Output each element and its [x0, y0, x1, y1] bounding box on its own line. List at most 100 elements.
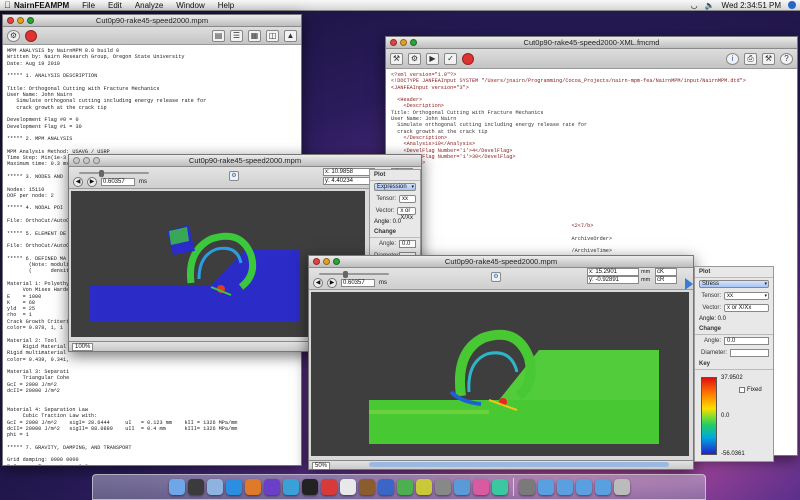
- close-button[interactable]: [73, 157, 80, 164]
- coord-y-field[interactable]: y: -0.92891: [587, 276, 639, 284]
- zoom-button[interactable]: [27, 17, 34, 24]
- time-field[interactable]: 0.60357: [101, 177, 135, 186]
- document-icon[interactable]: ▤: [212, 29, 225, 42]
- ical-icon[interactable]: [339, 479, 356, 495]
- plot-front-titlebar[interactable]: Cut0p90-rake45-speed2000.mpm: [309, 256, 693, 268]
- menu-file[interactable]: File: [82, 1, 95, 10]
- angle-input[interactable]: 0.0: [399, 240, 416, 248]
- folder-icon[interactable]: [575, 479, 592, 495]
- fixed-checkbox-row[interactable]: Fixed: [739, 387, 762, 393]
- plot-type-select[interactable]: Expression ▾: [374, 183, 416, 191]
- run-icon[interactable]: ▶: [426, 52, 439, 65]
- stop-button[interactable]: [462, 52, 474, 65]
- grid-icon[interactable]: ▦: [248, 29, 261, 42]
- xml-editor[interactable]: <?xml version="1.0"?> <!DOCTYPE JANFEAInp…: [386, 69, 797, 264]
- value-field-2[interactable]: cR: [655, 276, 677, 284]
- plot-back-titlebar[interactable]: Cut0p90-rake45-speed2000.mpm: [69, 155, 421, 167]
- minimize-button[interactable]: [17, 17, 24, 24]
- help-icon[interactable]: ?: [780, 52, 793, 65]
- minimize-button[interactable]: [323, 258, 330, 265]
- diameter-input[interactable]: [730, 349, 769, 357]
- time-slider-knob[interactable]: [99, 170, 104, 177]
- plot-type-select[interactable]: Stress ▾: [699, 280, 769, 288]
- angle-input[interactable]: 0.0: [724, 337, 769, 345]
- folder-icon[interactable]: [537, 479, 554, 495]
- plot-icon[interactable]: ▲: [284, 29, 297, 42]
- volume-icon[interactable]: 🔈: [705, 1, 715, 10]
- close-button[interactable]: [7, 17, 14, 24]
- menu-edit[interactable]: Edit: [108, 1, 122, 10]
- coord-x-field[interactable]: x: 15.2901: [587, 268, 639, 276]
- list-icon[interactable]: ☰: [230, 29, 243, 42]
- folder-icon[interactable]: [556, 479, 573, 495]
- rewind-button[interactable]: ◀: [313, 277, 323, 288]
- mail-icon[interactable]: [206, 479, 223, 495]
- rewind-button[interactable]: ◀: [73, 176, 83, 187]
- fixed-checkbox[interactable]: [739, 387, 745, 393]
- play-button[interactable]: ▶: [87, 176, 97, 187]
- zoom-button[interactable]: [93, 157, 100, 164]
- vector-select[interactable]: x or X/Xx: [397, 207, 416, 221]
- app-icon[interactable]: [453, 479, 470, 495]
- dashboard-icon[interactable]: [187, 479, 204, 495]
- itunes-icon[interactable]: [263, 479, 280, 495]
- coord-x-field[interactable]: x: 10.9858: [323, 168, 375, 176]
- zoom-button[interactable]: [333, 258, 340, 265]
- apple-menu-icon[interactable]: : [4, 0, 14, 10]
- vector-select[interactable]: x or X/Xx: [724, 304, 769, 312]
- next-arrow-icon[interactable]: [685, 278, 693, 290]
- preview-icon[interactable]: [282, 479, 299, 495]
- minimize-button[interactable]: [83, 157, 90, 164]
- menu-analyze[interactable]: Analyze: [135, 1, 163, 10]
- time-slider[interactable]: [79, 172, 149, 174]
- zoom-select[interactable]: 100%: [72, 342, 94, 351]
- clock[interactable]: Wed 2:34:51 PM: [722, 1, 781, 10]
- tools-icon[interactable]: ⚒: [762, 52, 775, 65]
- coord-y-field[interactable]: y: 4.40234: [323, 177, 375, 185]
- spotlight-icon[interactable]: [788, 1, 796, 9]
- settings-icon[interactable]: ⚙: [7, 29, 20, 42]
- stress-plot-canvas[interactable]: [311, 292, 689, 456]
- zoom-button[interactable]: [410, 39, 417, 46]
- app-icon[interactable]: [491, 479, 508, 495]
- app-icon[interactable]: [415, 479, 432, 495]
- hammer-icon[interactable]: ⚒: [390, 52, 403, 65]
- folder-icon[interactable]: [594, 479, 611, 495]
- menu-window[interactable]: Window: [176, 1, 204, 10]
- xml-window-titlebar[interactable]: Cut0p90-rake45-speed2000-XML.fmcmd: [386, 37, 797, 49]
- menu-help[interactable]: Help: [218, 1, 234, 10]
- play-button[interactable]: ▶: [327, 277, 337, 288]
- time-slider-knob[interactable]: [343, 271, 348, 278]
- safari-icon[interactable]: [225, 479, 242, 495]
- xcode-icon[interactable]: [377, 479, 394, 495]
- close-button[interactable]: [313, 258, 320, 265]
- wrench-icon[interactable]: ⚙: [408, 52, 421, 65]
- calendar-icon[interactable]: [320, 479, 337, 495]
- time-field[interactable]: 0.60357: [341, 278, 375, 287]
- text-window-titlebar[interactable]: Cut0p90-rake45-speed2000.mpm: [3, 15, 301, 27]
- close-button[interactable]: [390, 39, 397, 46]
- wifi-icon[interactable]: ◡: [691, 1, 698, 10]
- app-icon[interactable]: [472, 479, 489, 495]
- tensor-select[interactable]: xx: [399, 195, 416, 203]
- menu-app-name[interactable]: NairnFEAMPM: [14, 1, 69, 10]
- table-icon[interactable]: ◫: [266, 29, 279, 42]
- photo-icon[interactable]: [358, 479, 375, 495]
- gear-icon[interactable]: ⚙: [491, 272, 501, 282]
- value-field-1[interactable]: cK: [655, 268, 677, 276]
- time-slider[interactable]: [319, 273, 389, 275]
- app-icon[interactable]: [434, 479, 451, 495]
- firefox-icon[interactable]: [244, 479, 261, 495]
- trash-icon[interactable]: [613, 479, 630, 495]
- system-prefs-icon[interactable]: [518, 479, 535, 495]
- chrome-icon[interactable]: [396, 479, 413, 495]
- check-icon[interactable]: ✓: [444, 52, 457, 65]
- zoom-select[interactable]: 50%: [312, 461, 331, 469]
- info-icon[interactable]: i: [726, 52, 739, 65]
- gear-icon[interactable]: ⚙: [229, 171, 239, 181]
- tensor-select[interactable]: xx ▾: [724, 292, 769, 300]
- minimize-button[interactable]: [400, 39, 407, 46]
- stop-button[interactable]: [25, 29, 37, 42]
- print-icon[interactable]: ⎙: [744, 52, 757, 65]
- horizontal-scrollbar[interactable]: [369, 462, 669, 467]
